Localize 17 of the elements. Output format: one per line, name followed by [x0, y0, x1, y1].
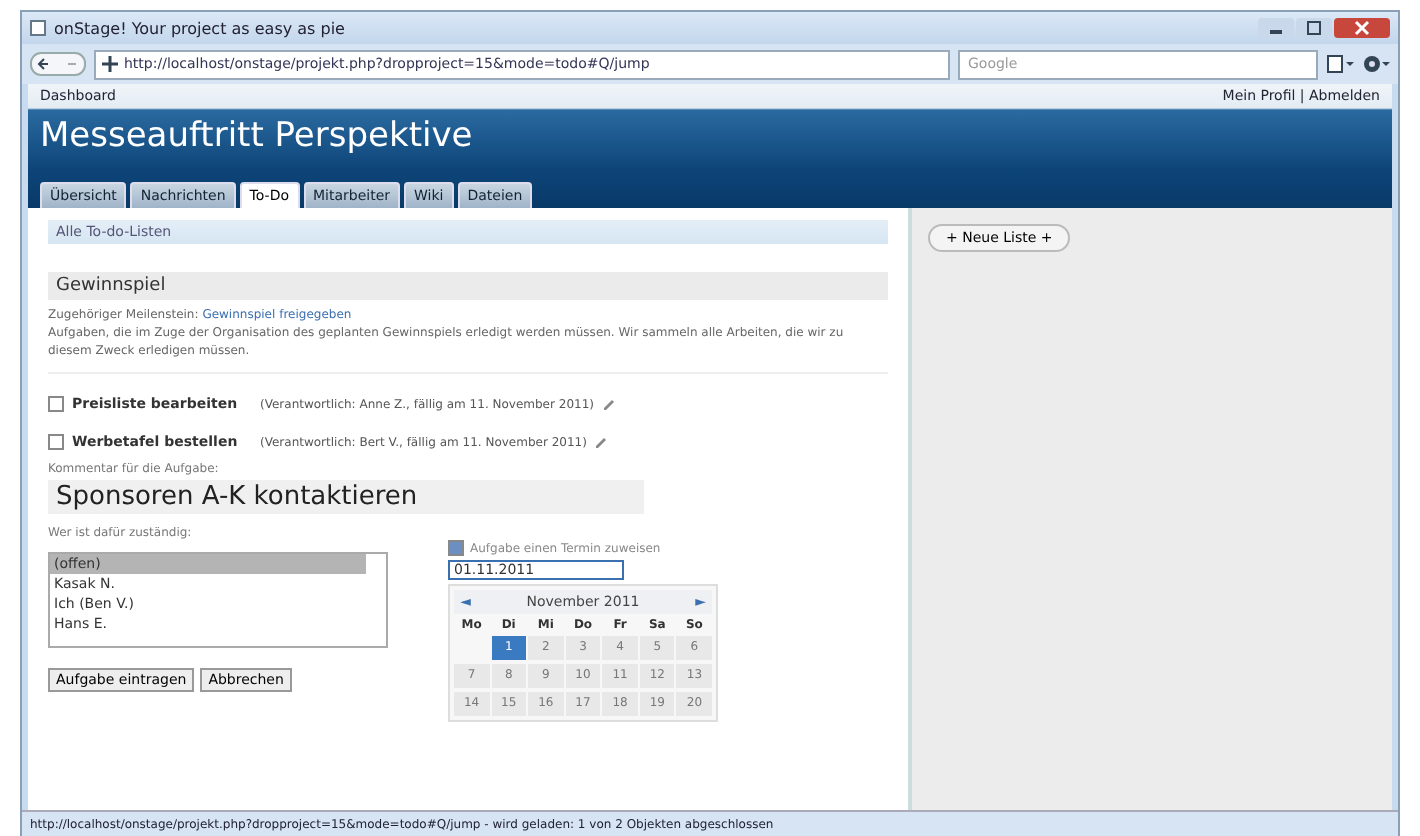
list-title: Gewinnspiel — [56, 276, 166, 296]
page-menu-icon[interactable] — [1326, 54, 1354, 74]
task-checkbox[interactable] — [48, 434, 64, 450]
project-title: Messeauftritt Perspektive — [40, 116, 475, 156]
pencil-icon[interactable] — [602, 397, 616, 411]
plus-icon — [102, 56, 118, 72]
due-checkbox[interactable] — [448, 540, 464, 556]
settings-icon[interactable] — [1362, 54, 1390, 74]
window-title: onStage! Your project as easy as pie — [54, 19, 345, 37]
task-checkbox[interactable] — [48, 396, 64, 412]
pencil-icon[interactable] — [594, 435, 609, 449]
comment-field[interactable]: Sponsoren A-K kontaktieren — [48, 480, 644, 514]
maximize-icon[interactable] — [1296, 18, 1332, 38]
close-icon[interactable] — [1334, 18, 1390, 38]
minimize-icon[interactable] — [1258, 18, 1294, 38]
back-icon[interactable] — [30, 52, 86, 76]
page-icon — [30, 20, 46, 36]
